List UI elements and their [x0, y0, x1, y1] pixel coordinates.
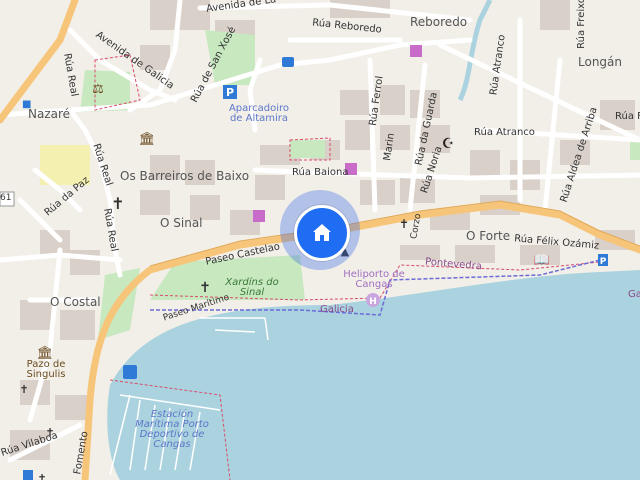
townhall-icon: 🏛 — [139, 131, 156, 147]
label-ga: Ga — [628, 289, 640, 300]
label-galicia: Galicia — [320, 304, 354, 315]
church-icon-1: ✝ — [111, 194, 124, 213]
church-icon-3: ✝ — [399, 217, 409, 231]
label-road-ref: 61 — [0, 193, 12, 203]
svg-text:P: P — [226, 86, 234, 99]
label-xardins: Xardíns do Sinal — [225, 277, 279, 298]
label-o-forte: O Forte — [466, 229, 511, 243]
label-longan: Longán — [578, 55, 622, 69]
svg-text:P: P — [600, 257, 607, 267]
location-marker[interactable] — [294, 205, 350, 261]
parking-icon-3 — [23, 470, 33, 480]
svg-text:H: H — [369, 297, 377, 307]
label-o-costal: O Costal — [50, 295, 101, 309]
label-heliporto: Heliporto de Cangas — [343, 269, 405, 290]
label-estacion: Estación Marítima Porto Deportivo de Can… — [135, 409, 209, 450]
label-rua-freixo: Rúa Freixo — [575, 0, 587, 49]
church-icon-6: ✝ — [19, 383, 28, 396]
label-aparcadoiro: Aparcadoiro de Altamira — [228, 103, 290, 124]
church-icon-5: ✝ — [37, 472, 46, 480]
bus-stop-icon-2 — [282, 57, 294, 67]
label-os-barreiros: Os Barreiros de Baixo — [120, 169, 250, 183]
shop-icon-3 — [253, 210, 265, 222]
church-icon-2: ✝ — [199, 280, 211, 296]
library-icon: 📖 — [534, 253, 550, 268]
label-nazare: Nazaré — [28, 107, 71, 121]
shop-icon-1 — [410, 45, 422, 57]
label-rua-atranco-h: Rúa Atranco — [474, 127, 535, 138]
label-rua-fl: Rúa Fl — [615, 111, 640, 122]
courthouse-icon: ⚖ — [92, 82, 104, 97]
label-reboredo: Reboredo — [410, 15, 468, 29]
label-pazo: Pazo de Singulis — [26, 359, 66, 380]
home-icon — [313, 224, 331, 241]
bus-station-icon — [123, 365, 137, 379]
label-o-sinal: O Sinal — [160, 216, 203, 230]
label-rua-baiona: Rúa Baiona — [292, 167, 349, 178]
map-canvas[interactable]: H P ✝ ✝ ✝ ☪ ■ P ⚖ 🏛 🏛 📖 ▲ ✝ ✝ ✝ Avenida … — [0, 0, 640, 480]
